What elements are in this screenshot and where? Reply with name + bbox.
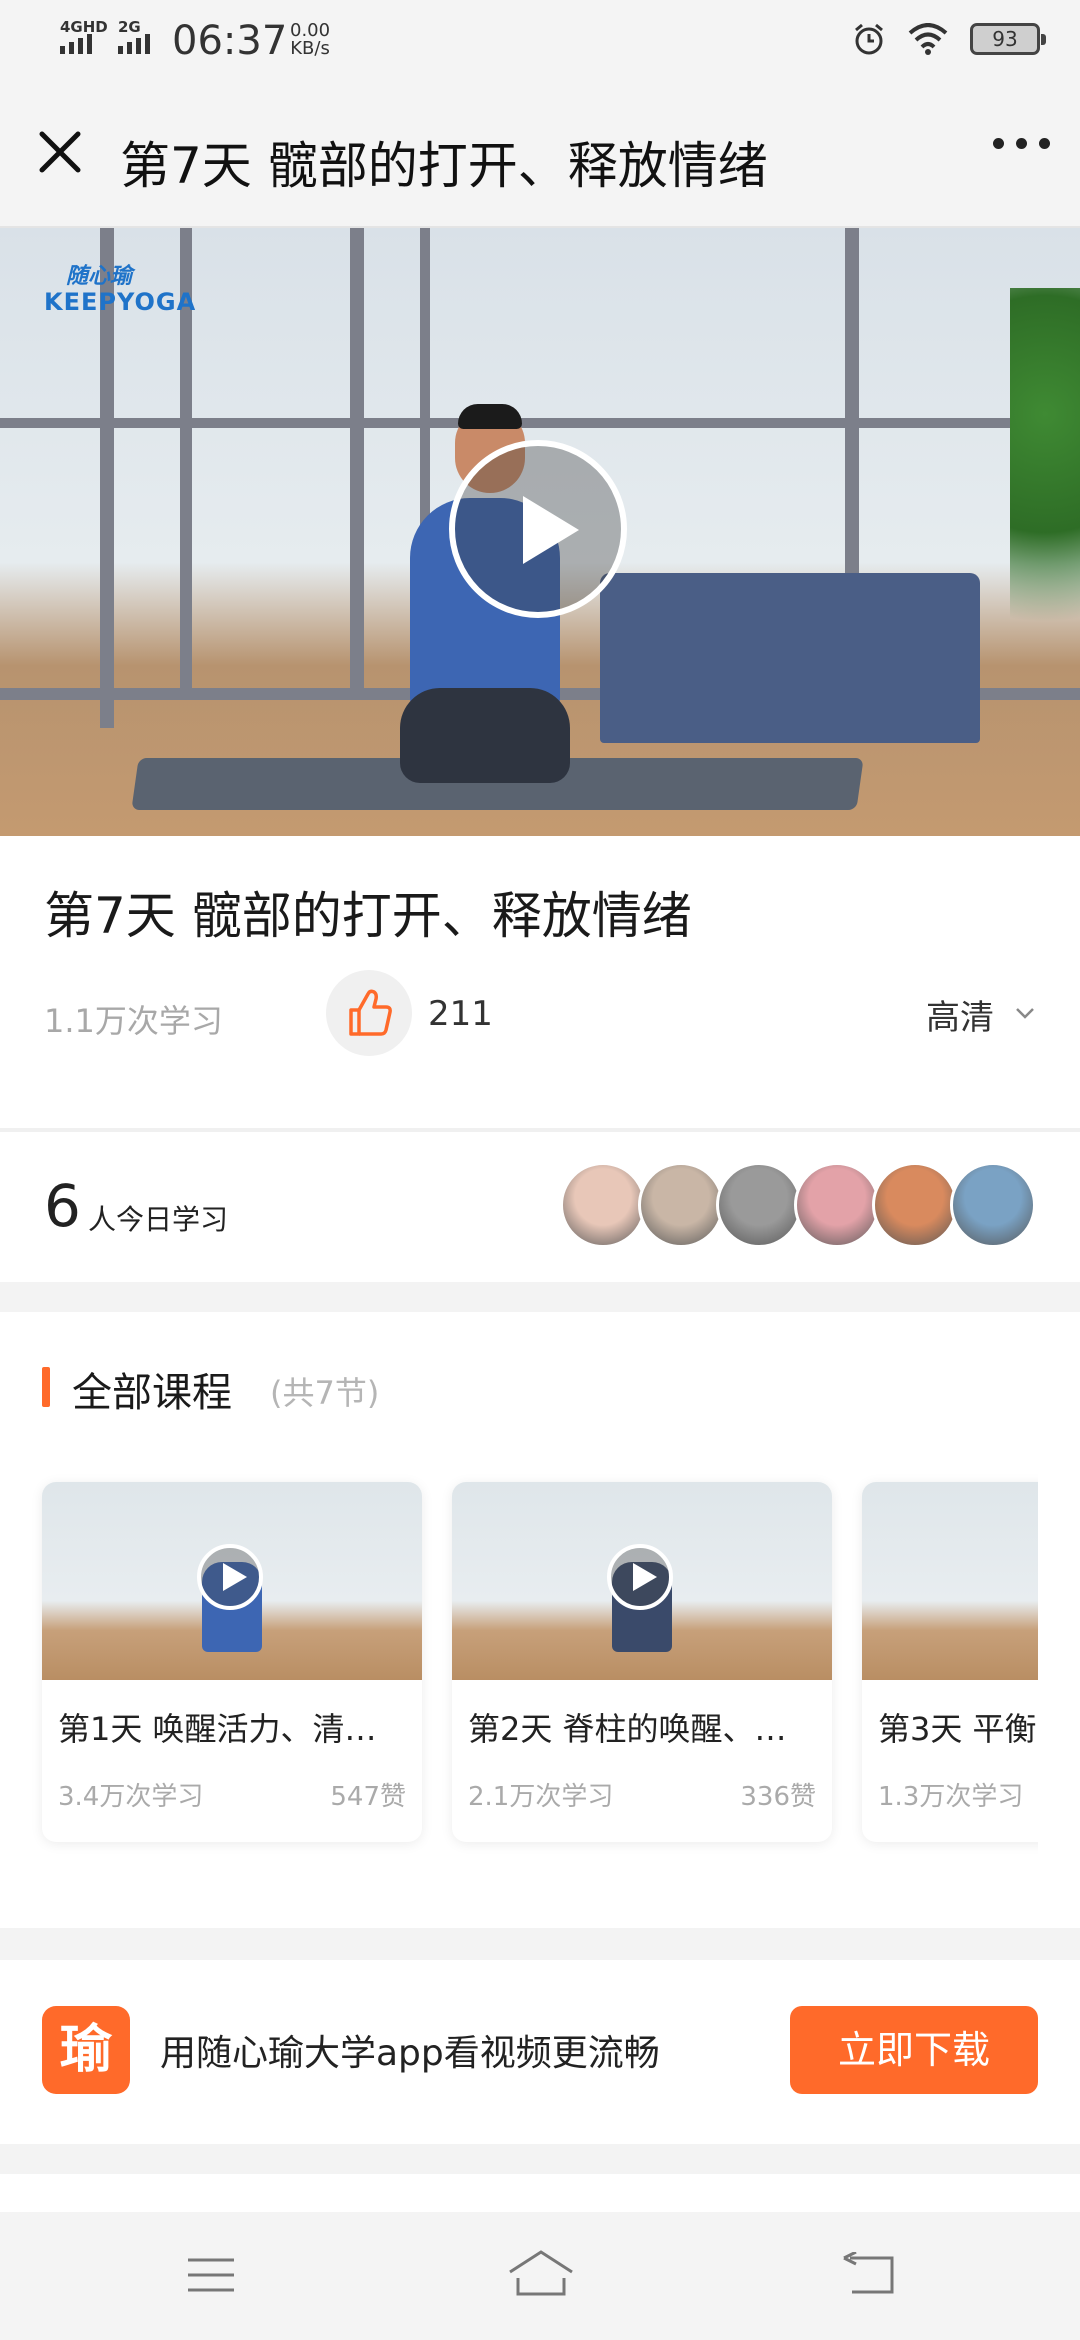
today-learner-count: 6 — [44, 1172, 81, 1240]
signal-icon — [60, 34, 92, 54]
section-title: 全部课程 — [72, 1370, 232, 1416]
course-likes: 547赞 — [330, 1782, 406, 1812]
network-speed-unit: KB/s — [290, 38, 330, 59]
today-learner-label: 人今日学习 — [88, 1203, 229, 1236]
app-logo-icon: 瑜 — [42, 2006, 130, 2094]
top-nav-bar: 第7天 髋部的打开、释放情绪 — [0, 82, 1080, 228]
lesson-title: 第7天 髋部的打开、释放情绪 — [44, 887, 692, 945]
course-card-2[interactable]: 第2天 脊柱的唤醒、… 2.1万次学习 336赞 — [452, 1482, 832, 1842]
course-card-3[interactable]: 第3天 平衡 1.3万次学习 — [862, 1482, 1038, 1842]
network-speed: 0.00 KB/s — [290, 22, 330, 58]
home-icon[interactable] — [506, 2248, 576, 2300]
close-icon[interactable] — [30, 122, 90, 182]
play-icon — [197, 1544, 263, 1610]
promo-text: 用随心瑜大学app看视频更流畅 — [160, 2033, 660, 2074]
avatar — [794, 1162, 880, 1248]
alarm-icon — [855, 23, 883, 55]
wifi-icon — [908, 23, 948, 55]
course-title: 第1天 唤醒活力、清… — [58, 1710, 377, 1748]
course-likes: 336赞 — [740, 1782, 816, 1812]
section-divider — [0, 1282, 1080, 1312]
page-title: 第7天 髋部的打开、释放情绪 — [120, 137, 768, 195]
system-nav-bar — [0, 2212, 1080, 2340]
avatar — [638, 1162, 724, 1248]
brand-logo-cn: 随心瑜 — [66, 264, 133, 289]
learner-avatars[interactable] — [560, 1162, 1036, 1248]
divider — [0, 1128, 1080, 1132]
avatar — [872, 1162, 958, 1248]
section-divider — [0, 2144, 1080, 2174]
thumbs-up-icon — [349, 989, 392, 1036]
battery-icon: 93 — [970, 23, 1046, 55]
chevron-down-icon[interactable] — [1014, 1002, 1036, 1024]
avatar — [950, 1162, 1036, 1248]
section-count: (共7节) — [270, 1374, 380, 1412]
avatar — [560, 1162, 646, 1248]
course-thumbnail — [862, 1482, 1038, 1680]
course-carousel[interactable]: 第1天 唤醒活力、清… 3.4万次学习 547赞 第2天 脊柱的唤醒、… 2.1… — [0, 1470, 1038, 1870]
menu-icon[interactable] — [184, 2252, 238, 2298]
section-divider — [0, 1928, 1080, 1960]
course-views: 2.1万次学习 — [468, 1782, 614, 1812]
status-bar: 4GHD 2G 06:37 0.00 KB/s 93 — [0, 0, 1080, 82]
course-title: 第3天 平衡 — [878, 1710, 1037, 1748]
brand-logo-en: KEEPYOGA — [44, 288, 197, 316]
status-time: 06:37 — [172, 18, 288, 64]
play-icon — [607, 1544, 673, 1610]
network-4g-label: 4GHD — [60, 18, 108, 36]
quality-selector[interactable]: 高清 — [926, 990, 994, 1039]
like-count: 211 — [428, 994, 493, 1034]
back-icon[interactable] — [840, 2252, 900, 2298]
plant-image — [1010, 288, 1080, 708]
more-options-icon[interactable] — [993, 138, 1050, 149]
like-button[interactable] — [326, 970, 412, 1056]
course-views: 3.4万次学习 — [58, 1782, 204, 1812]
table-image — [600, 573, 980, 743]
section-accent-bar — [42, 1367, 50, 1407]
download-button[interactable]: 立即下载 — [790, 2006, 1038, 2094]
play-button-icon[interactable] — [449, 440, 627, 618]
network-2g-label: 2G — [118, 18, 141, 36]
course-views: 1.3万次学习 — [878, 1782, 1024, 1812]
course-title: 第2天 脊柱的唤醒、… — [468, 1710, 787, 1748]
avatar — [716, 1162, 802, 1248]
signal-icon-2 — [118, 34, 150, 54]
course-card-1[interactable]: 第1天 唤醒活力、清… 3.4万次学习 547赞 — [42, 1482, 422, 1842]
video-player[interactable]: 随心瑜 KEEPYOGA — [0, 228, 1080, 836]
lesson-views: 1.1万次学习 — [44, 1002, 223, 1040]
